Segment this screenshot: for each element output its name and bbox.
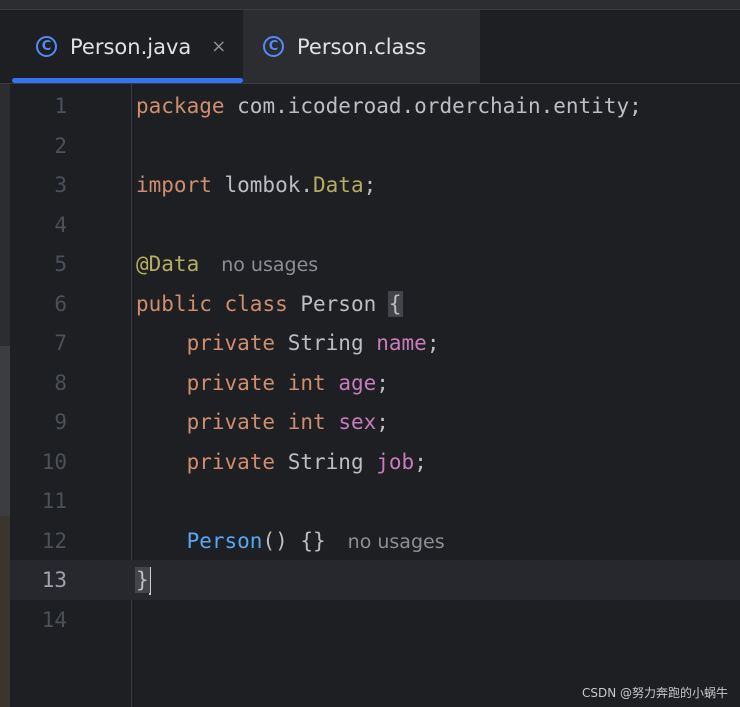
close-icon[interactable]: × (211, 36, 226, 57)
semicolon: ; (376, 410, 389, 434)
field-type: String (275, 331, 377, 355)
private-keyword: private (186, 371, 276, 395)
int-keyword: int (287, 410, 326, 434)
code-line[interactable]: 2 (10, 126, 740, 166)
open-brace: { (387, 291, 403, 317)
code-line[interactable]: 5 @Data no usages (10, 244, 740, 284)
line-number: 8 (54, 371, 67, 395)
data-annotation: @Data (136, 252, 200, 276)
code-line[interactable]: 14 (10, 600, 740, 640)
left-panel-edge (0, 516, 10, 707)
line-number: 14 (41, 608, 67, 632)
field-name: job (376, 450, 415, 474)
semicolon: ; (426, 331, 440, 355)
field-name: sex (338, 410, 377, 434)
line-number: 6 (54, 292, 67, 316)
code-editor[interactable]: 1 package com.icoderoad.orderchain.entit… (10, 86, 740, 707)
tab-label: Person.java (70, 34, 192, 59)
line-number: 11 (41, 489, 67, 513)
package-keyword: package (136, 94, 225, 118)
left-tool-strip (0, 84, 10, 707)
class-name: Person (287, 292, 389, 316)
private-keyword: private (186, 331, 276, 355)
code-line[interactable]: 8 private int age; (10, 363, 740, 403)
semicolon: ; (376, 371, 389, 395)
private-keyword: private (186, 450, 276, 474)
watermark: CSDN @努力奔跑的小蜗牛 (581, 686, 728, 700)
line-number: 7 (54, 331, 67, 355)
line-number: 2 (54, 134, 67, 158)
public-keyword: public (136, 292, 212, 316)
import-class: Data (313, 173, 364, 197)
usages-hint[interactable]: no usages (348, 531, 445, 553)
class-icon: C (263, 36, 284, 57)
line-number: 1 (54, 94, 67, 118)
field-name: name (376, 331, 427, 355)
code-line[interactable]: 4 (10, 205, 740, 245)
code-line[interactable]: 7 private String name; (10, 323, 740, 363)
scrollbar-thumb[interactable] (0, 346, 10, 516)
line-number: 4 (54, 213, 67, 237)
usages-hint[interactable]: no usages (221, 254, 318, 276)
current-code-line[interactable]: 13 } (10, 560, 740, 600)
window-top-strip (0, 0, 740, 10)
close-brace: } (135, 567, 150, 593)
code-line[interactable]: 10 private String job; (10, 442, 740, 482)
line-number: 10 (41, 450, 67, 474)
field-type: String (275, 450, 377, 474)
import-package: lombok. (211, 173, 314, 197)
code-line[interactable]: 12 Person() {} no usages (10, 521, 740, 561)
line-number: 13 (41, 568, 67, 592)
field-name: age (338, 371, 377, 395)
class-keyword: class (224, 292, 288, 316)
tab-label: Person.class (297, 34, 427, 59)
package-name: com.icoderoad.orderchain.entity; (224, 94, 642, 118)
int-keyword: int (287, 371, 326, 395)
line-number: 9 (54, 410, 67, 434)
text-caret (148, 567, 151, 595)
constructor-name: Person (186, 529, 263, 553)
code-line[interactable]: 1 package com.icoderoad.orderchain.entit… (10, 86, 740, 126)
code-line[interactable]: 9 private int sex; (10, 402, 740, 442)
line-number: 3 (54, 173, 67, 197)
constructor-body: () {} (262, 529, 326, 553)
editor-tab-bar: C Person.java × C Person.class (0, 10, 740, 84)
class-icon: C (36, 36, 57, 57)
tab-person-class[interactable]: C Person.class (243, 10, 480, 83)
private-keyword: private (186, 410, 276, 434)
tab-person-java[interactable]: C Person.java × (12, 10, 243, 83)
semicolon: ; (414, 450, 427, 474)
semicolon: ; (363, 173, 377, 197)
line-number: 12 (41, 529, 67, 553)
line-number: 5 (54, 252, 67, 276)
import-keyword: import (136, 173, 212, 197)
code-line[interactable]: 3 import lombok.Data; (10, 165, 740, 205)
code-line[interactable]: 6 public class Person { (10, 284, 740, 324)
code-line[interactable]: 11 (10, 481, 740, 521)
